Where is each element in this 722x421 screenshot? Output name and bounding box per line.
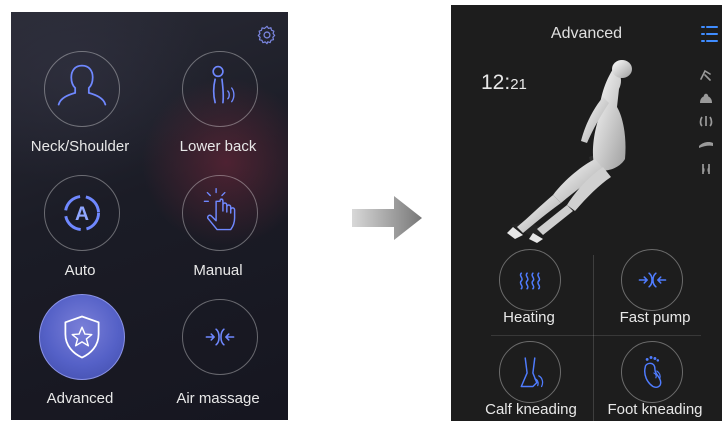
advanced-shield-icon xyxy=(64,315,100,359)
leg-icon xyxy=(702,164,710,174)
air-massage-button[interactable] xyxy=(182,299,258,375)
tile-advanced[interactable]: Advanced xyxy=(11,294,149,414)
heat-waves-icon xyxy=(519,272,541,290)
tile-label: Air massage xyxy=(176,390,260,407)
manual-icon xyxy=(203,187,236,231)
gear-icon[interactable] xyxy=(256,24,278,46)
function-grid: Heating Fast pump Calf kneading Foot kne… xyxy=(451,245,722,421)
tile-foot-kneading[interactable]: Foot kneading xyxy=(587,337,722,421)
fast-pump-button[interactable] xyxy=(621,249,683,311)
tile-label: Lower back xyxy=(179,138,257,155)
list-icon[interactable] xyxy=(700,23,718,45)
tile-auto[interactable]: A Auto xyxy=(11,170,149,290)
air-massage-icon xyxy=(205,328,235,346)
grid-divider-horizontal xyxy=(491,335,701,336)
calf-kneading-button[interactable] xyxy=(499,341,561,403)
tile-calf-kneading[interactable]: Calf kneading xyxy=(451,337,586,421)
tile-label: Neck/Shoulder xyxy=(30,138,130,155)
tile-label: Advanced xyxy=(46,390,114,407)
tile-heating[interactable]: Heating xyxy=(451,245,586,333)
foot-kneading-button[interactable] xyxy=(621,341,683,403)
tile-label: Foot kneading xyxy=(607,401,703,418)
shoulder-icon xyxy=(700,93,712,103)
recline-icon xyxy=(700,69,711,81)
tile-label: Manual xyxy=(193,262,243,279)
lower-back-icon xyxy=(212,65,235,104)
neck-shoulder-button[interactable] xyxy=(44,51,120,127)
arrow-right-icon xyxy=(352,196,422,240)
air-pump-icon xyxy=(638,272,667,288)
back-icon xyxy=(699,116,713,127)
tile-lower-back[interactable]: Lower back xyxy=(149,46,287,166)
tile-manual[interactable]: Manual xyxy=(149,170,287,290)
manual-button[interactable] xyxy=(182,175,258,251)
left-screen: Neck/Shoulder Lower back A Auto Manual A… xyxy=(11,12,288,420)
right-screen: Advanced 12:21 Heating Fast pump Calf kn… xyxy=(451,5,722,421)
tile-fast-pump[interactable]: Fast pump xyxy=(587,245,722,333)
massage-chair-figure xyxy=(507,60,632,243)
tile-label: Fast pump xyxy=(619,309,691,326)
tile-air-massage[interactable]: Air massage xyxy=(149,294,287,414)
auto-button[interactable]: A xyxy=(44,175,120,251)
calf-icon xyxy=(520,357,544,388)
heating-button[interactable] xyxy=(499,249,561,311)
advanced-button[interactable] xyxy=(39,294,125,380)
foot-icon xyxy=(644,356,662,388)
auto-icon: A xyxy=(63,194,101,232)
lower-back-button[interactable] xyxy=(182,51,258,127)
svg-text:A: A xyxy=(75,203,89,225)
tile-label: Auto xyxy=(64,262,96,279)
screen-title: Advanced xyxy=(550,25,623,42)
seat-icon xyxy=(699,142,713,148)
neck-shoulder-icon xyxy=(57,64,107,106)
tile-neck-shoulder[interactable]: Neck/Shoulder xyxy=(11,46,149,166)
